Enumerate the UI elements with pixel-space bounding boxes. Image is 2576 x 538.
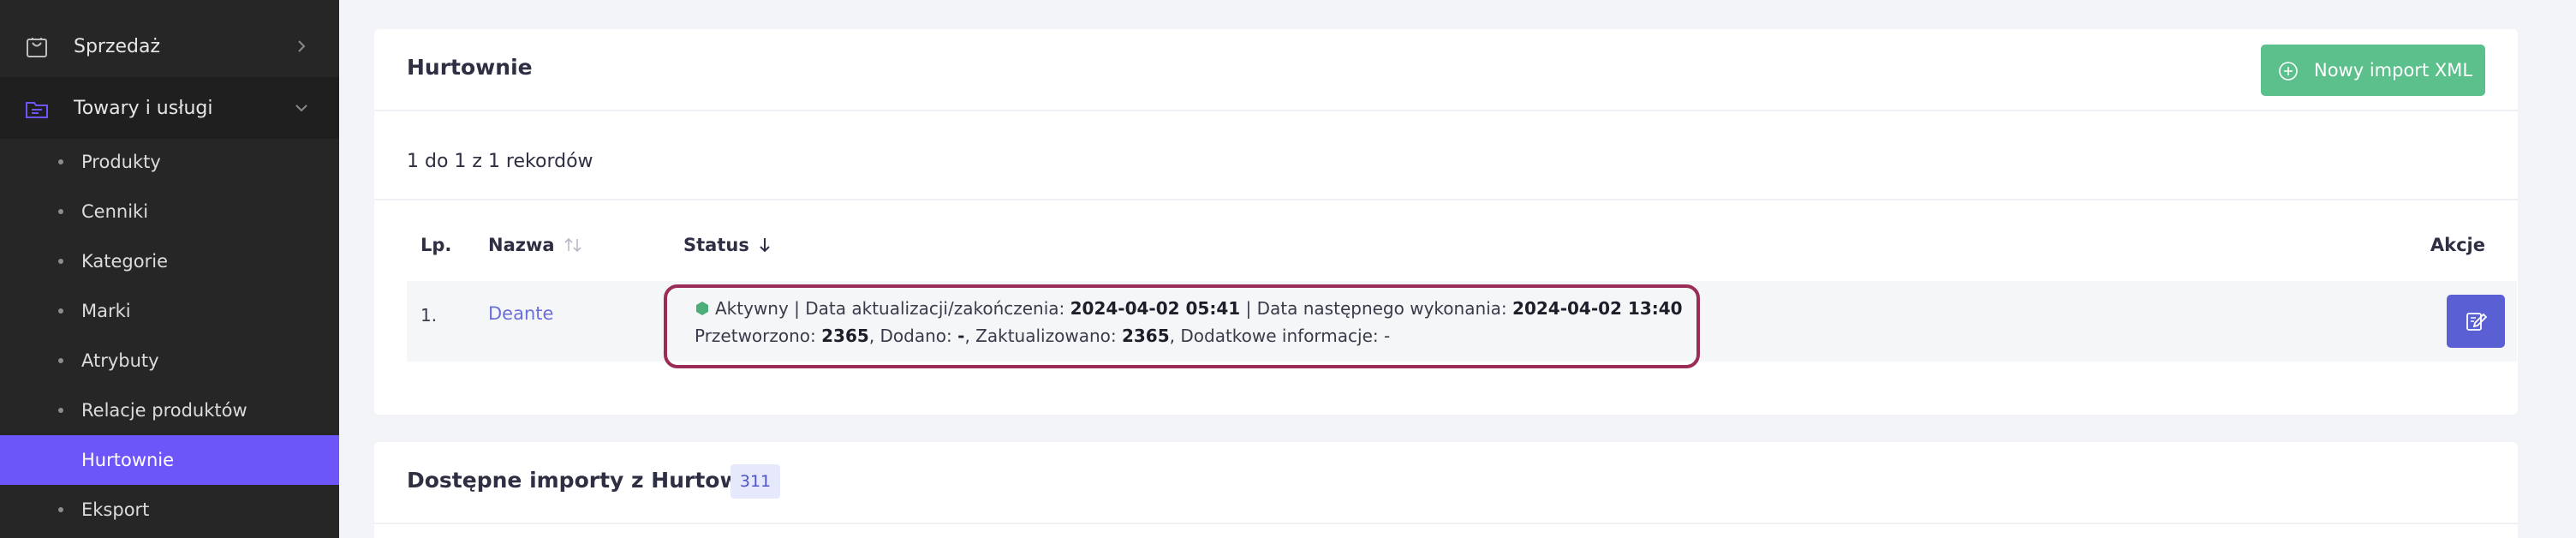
sidebar-item-label: Atrybuty bbox=[81, 350, 159, 371]
updated-date: 2024-04-02 05:41 bbox=[1070, 298, 1241, 319]
sidebar-item-label: Hurtownie bbox=[81, 450, 175, 470]
sidebar-item-cenniki[interactable]: Cenniki bbox=[0, 187, 339, 236]
sidebar-item-eksport[interactable]: Eksport bbox=[0, 485, 339, 535]
chevron-down-icon bbox=[295, 105, 307, 112]
new-xml-import-button[interactable]: Nowy import XML bbox=[2261, 45, 2485, 96]
chevron-right-icon bbox=[298, 40, 306, 52]
sidebar-item-marki[interactable]: Marki bbox=[0, 286, 339, 336]
column-header-name-label: Nazwa bbox=[488, 235, 555, 255]
wholesalers-card: Hurtownie Nowy import XML 1 do 1 z 1 rek… bbox=[374, 29, 2518, 415]
records-count: 1 do 1 z 1 rekordów bbox=[407, 151, 593, 172]
sidebar-item-hurtownie[interactable]: Hurtownie bbox=[0, 435, 339, 485]
bullet-icon bbox=[58, 308, 63, 314]
extra-info-label: Dodatkowe informacje: bbox=[1180, 326, 1379, 346]
sidebar-menu-products[interactable]: Towary i usługi bbox=[0, 77, 339, 139]
processed-count: 2365 bbox=[821, 326, 869, 346]
count-badge: 311 bbox=[730, 464, 780, 499]
status-active-icon bbox=[696, 302, 708, 315]
processed-label: Przetworzono: bbox=[695, 326, 816, 346]
edit-icon bbox=[2466, 313, 2488, 331]
sort-icon[interactable] bbox=[564, 236, 582, 254]
extra-info: - bbox=[1384, 326, 1391, 346]
added-count: - bbox=[957, 326, 965, 346]
new-xml-import-label: Nowy import XML bbox=[2314, 60, 2473, 81]
column-header-status[interactable]: Status bbox=[683, 235, 772, 255]
sidebar: Sprzedaż Towary i usługi Produkty Cennik… bbox=[0, 0, 339, 538]
sidebar-item-label: Marki bbox=[81, 301, 131, 321]
bullet-icon bbox=[58, 259, 63, 264]
column-header-name[interactable]: Nazwa bbox=[488, 235, 582, 255]
sidebar-item-label: Kategorie bbox=[81, 251, 168, 272]
sidebar-item-label: Produkty bbox=[81, 152, 161, 172]
folder-icon bbox=[26, 102, 48, 118]
column-header-actions-label: Akcje bbox=[2430, 235, 2485, 255]
column-header-lp: Lp. bbox=[420, 235, 451, 255]
sidebar-item-kategorie[interactable]: Kategorie bbox=[0, 236, 339, 286]
sidebar-item-atrybuty[interactable]: Atrybuty bbox=[0, 336, 339, 386]
divider bbox=[374, 110, 2518, 111]
column-header-actions: Akcje bbox=[2430, 235, 2485, 255]
edit-button[interactable] bbox=[2447, 295, 2505, 348]
updated-label: Data aktualizacji/zakończenia: bbox=[805, 298, 1065, 319]
page-title: Hurtownie bbox=[407, 55, 533, 80]
bullet-icon bbox=[58, 358, 63, 363]
wholesaler-name-link[interactable]: Deante bbox=[488, 303, 553, 324]
next-run-label: Data następnego wykonania: bbox=[1256, 298, 1507, 319]
bullet-icon bbox=[58, 507, 63, 512]
sidebar-menu-sales-label: Sprzedaż bbox=[74, 35, 161, 57]
sort-desc-icon[interactable] bbox=[758, 236, 772, 254]
shopping-bag-icon bbox=[27, 38, 47, 57]
sidebar-item-label: Cenniki bbox=[81, 201, 149, 222]
bullet-icon bbox=[58, 209, 63, 214]
sidebar-item-label: Eksport bbox=[81, 499, 150, 520]
added-label: Dodano: bbox=[880, 326, 952, 346]
next-run-date: 2024-04-02 13:40 bbox=[1512, 298, 1683, 319]
status-text: Aktywny bbox=[715, 298, 789, 319]
updated-count-label: Zaktualizowano: bbox=[975, 326, 1117, 346]
column-header-lp-label: Lp. bbox=[420, 235, 452, 255]
row-lp: 1. bbox=[420, 305, 438, 326]
divider bbox=[374, 199, 2518, 200]
divider bbox=[374, 523, 2518, 524]
sidebar-item-produkty[interactable]: Produkty bbox=[0, 137, 339, 187]
available-imports-card: Dostępne importy z Hurtowni 311 bbox=[374, 442, 2518, 538]
bullet-icon bbox=[58, 408, 63, 413]
plus-circle-icon bbox=[2279, 62, 2298, 81]
status-line-counts: Przetworzono: 2365, Dodano: -, Zaktualiz… bbox=[695, 326, 1391, 346]
sidebar-menu-sales[interactable]: Sprzedaż bbox=[0, 15, 339, 77]
sidebar-item-label: Relacje produktów bbox=[81, 400, 247, 421]
bullet-icon bbox=[58, 159, 63, 164]
sidebar-item-relacje-produktow[interactable]: Relacje produktów bbox=[0, 386, 339, 435]
updated-count: 2365 bbox=[1121, 326, 1170, 346]
table-row: 1. Deante Aktywny | Data aktualizacji/za… bbox=[407, 281, 2517, 368]
sidebar-menu-products-label: Towary i usługi bbox=[74, 97, 213, 119]
available-imports-title: Dostępne importy z Hurtowni bbox=[407, 468, 762, 493]
status-line-dates: Aktywny | Data aktualizacji/zakończenia:… bbox=[695, 298, 1683, 319]
column-header-status-label: Status bbox=[683, 235, 749, 255]
